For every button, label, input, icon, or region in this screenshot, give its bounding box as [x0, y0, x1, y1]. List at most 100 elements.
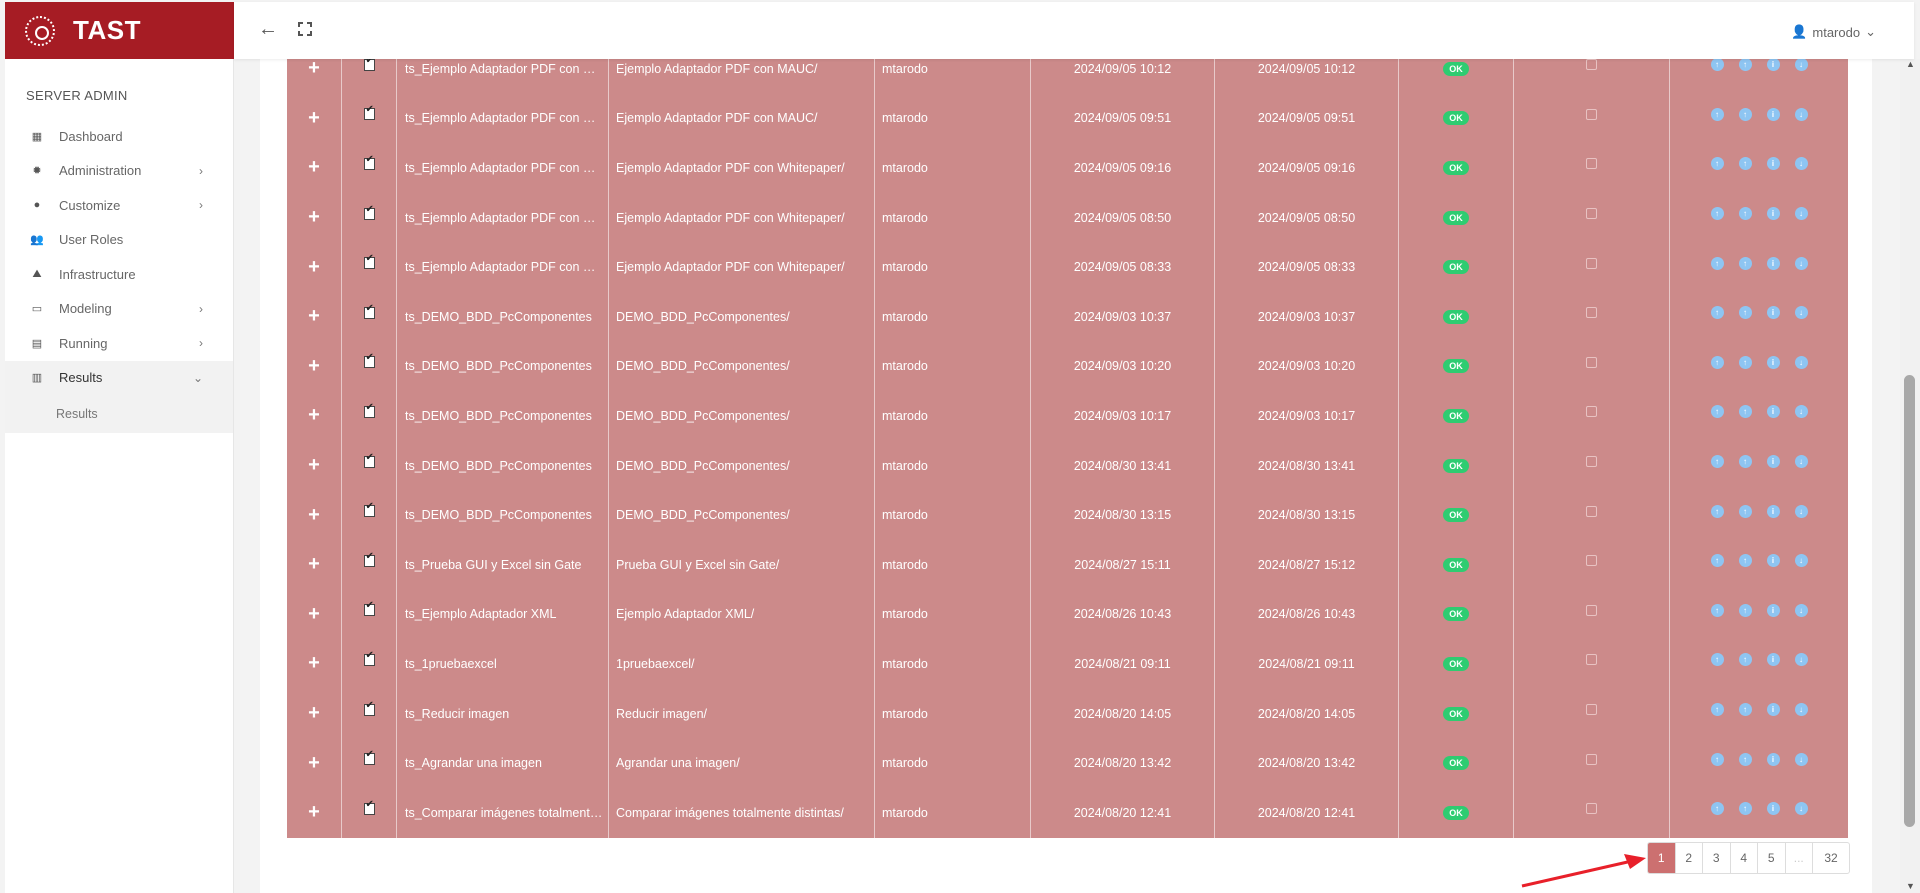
table-row[interactable]: + ts_Ejemplo Adaptador XML Ejemplo Adapt… [287, 589, 1848, 640]
download-icon[interactable]: ↓ [1794, 157, 1808, 171]
brand-header[interactable]: TAST [5, 2, 234, 59]
upload-icon[interactable]: ↑ [1738, 355, 1752, 369]
checked-checkbox-icon[interactable] [363, 452, 375, 468]
info-icon[interactable]: i [1766, 504, 1780, 518]
row-checkbox[interactable] [1586, 406, 1597, 418]
row-checkbox[interactable] [1586, 456, 1597, 468]
upload-icon[interactable]: ↑ [1710, 207, 1724, 221]
upload-icon[interactable]: ↑ [1738, 802, 1752, 816]
info-icon[interactable]: i [1766, 355, 1780, 369]
info-icon[interactable]: i [1766, 256, 1780, 270]
download-icon[interactable]: ↓ [1794, 455, 1808, 469]
user-menu[interactable]: 👤 mtarodo ⌄ [1791, 24, 1876, 40]
upload-icon[interactable]: ↑ [1710, 603, 1724, 617]
checked-checkbox-icon[interactable] [363, 352, 375, 369]
table-row[interactable]: + ts_Ejemplo Adaptador PDF con Whitepape… [287, 143, 1848, 193]
upload-icon[interactable]: ↑ [1738, 752, 1752, 766]
sidebar-item-customize[interactable]: ● Customize › [5, 188, 233, 223]
info-icon[interactable]: i [1766, 107, 1780, 121]
upload-icon[interactable]: ↑ [1738, 504, 1752, 518]
row-checkbox[interactable] [1586, 555, 1597, 567]
expand-row-button[interactable]: + [287, 292, 342, 342]
upload-icon[interactable]: ↑ [1710, 455, 1724, 469]
row-checkbox[interactable] [1586, 257, 1597, 269]
row-checkbox[interactable] [1586, 753, 1597, 765]
info-icon[interactable]: i [1766, 554, 1780, 568]
table-row[interactable]: + ts_1pruebaexcel 1pruebaexcel/ mtarodo … [287, 639, 1848, 689]
upload-icon[interactable]: ↑ [1710, 58, 1724, 72]
download-icon[interactable]: ↓ [1794, 405, 1808, 419]
checked-checkbox-icon[interactable] [363, 204, 375, 220]
page-button-32[interactable]: 32 [1813, 843, 1849, 873]
upload-icon[interactable]: ↑ [1738, 207, 1752, 221]
row-checkbox[interactable] [1586, 704, 1597, 716]
table-row[interactable]: + ts_DEMO_BDD_PcComponentes DEMO_BDD_PcC… [287, 490, 1848, 540]
table-row[interactable]: + ts_Reducir imagen Reducir imagen/ mtar… [287, 688, 1848, 739]
download-icon[interactable]: ↓ [1794, 504, 1808, 518]
expand-row-button[interactable]: + [287, 242, 342, 292]
expand-row-button[interactable]: + [287, 639, 342, 689]
info-icon[interactable]: i [1766, 802, 1780, 816]
expand-row-button[interactable]: + [287, 788, 342, 838]
download-icon[interactable]: ↓ [1794, 752, 1808, 766]
info-icon[interactable]: i [1766, 207, 1780, 221]
expand-row-button[interactable]: + [287, 540, 342, 590]
row-checkbox[interactable] [1586, 654, 1597, 666]
upload-icon[interactable]: ↑ [1710, 256, 1724, 270]
expand-row-button[interactable]: + [287, 391, 342, 441]
table-row[interactable]: + ts_DEMO_BDD_PcComponentes DEMO_BDD_PcC… [287, 440, 1848, 491]
expand-row-button[interactable]: + [287, 93, 342, 144]
upload-icon[interactable]: ↑ [1738, 653, 1752, 667]
upload-icon[interactable]: ↑ [1738, 603, 1752, 617]
info-icon[interactable]: i [1766, 703, 1780, 717]
download-icon[interactable]: ↓ [1794, 653, 1808, 667]
table-row[interactable]: + ts_Agrandar una imagen Agrandar una im… [287, 738, 1848, 788]
sidebar-item-running[interactable]: ▤ Running › [5, 326, 233, 361]
scroll-up-arrow-icon[interactable]: ▲ [1906, 59, 1915, 69]
checked-checkbox-icon[interactable] [363, 600, 375, 617]
upload-icon[interactable]: ↑ [1710, 752, 1724, 766]
expand-row-button[interactable]: + [287, 341, 342, 392]
info-icon[interactable]: i [1766, 405, 1780, 419]
upload-icon[interactable]: ↑ [1738, 107, 1752, 121]
info-icon[interactable]: i [1766, 157, 1780, 171]
download-icon[interactable]: ↓ [1794, 554, 1808, 568]
checked-checkbox-icon[interactable] [363, 55, 375, 71]
page-button-5[interactable]: 5 [1758, 843, 1786, 873]
upload-icon[interactable]: ↑ [1738, 554, 1752, 568]
upload-icon[interactable]: ↑ [1738, 405, 1752, 419]
upload-icon[interactable]: ↑ [1738, 157, 1752, 171]
info-icon[interactable]: i [1766, 58, 1780, 72]
upload-icon[interactable]: ↑ [1738, 58, 1752, 72]
upload-icon[interactable]: ↑ [1710, 802, 1724, 816]
checked-checkbox-icon[interactable] [363, 799, 375, 815]
upload-icon[interactable]: ↑ [1738, 455, 1752, 469]
checked-checkbox-icon[interactable] [363, 303, 375, 319]
upload-icon[interactable]: ↑ [1710, 355, 1724, 369]
row-checkbox[interactable] [1586, 108, 1597, 120]
upload-icon[interactable]: ↑ [1710, 653, 1724, 667]
info-icon[interactable]: i [1766, 603, 1780, 617]
checked-checkbox-icon[interactable] [363, 551, 375, 567]
download-icon[interactable]: ↓ [1794, 306, 1808, 320]
table-row[interactable]: + ts_Ejemplo Adaptador PDF con Whitepape… [287, 242, 1848, 292]
checked-checkbox-icon[interactable] [363, 501, 375, 518]
table-row[interactable]: + ts_Ejemplo Adaptador PDF con MAUC Ejem… [287, 93, 1848, 144]
row-checkbox[interactable] [1586, 59, 1597, 71]
row-checkbox[interactable] [1586, 356, 1597, 368]
fullscreen-icon[interactable] [298, 22, 312, 36]
download-icon[interactable]: ↓ [1794, 107, 1808, 121]
row-checkbox[interactable] [1586, 307, 1597, 319]
upload-icon[interactable]: ↑ [1710, 703, 1724, 717]
table-row[interactable]: + ts_Ejemplo Adaptador PDF con Whitepape… [287, 192, 1848, 243]
download-icon[interactable]: ↓ [1794, 355, 1808, 369]
page-button-4[interactable]: 4 [1731, 843, 1758, 873]
row-checkbox[interactable] [1586, 158, 1597, 170]
page-scrollbar[interactable]: ▲ ▼ [1900, 59, 1920, 893]
expand-row-button[interactable]: + [287, 589, 342, 640]
table-row[interactable]: + ts_Comparar imágenes totalmente distin… [287, 788, 1848, 838]
upload-icon[interactable]: ↑ [1710, 554, 1724, 568]
checked-checkbox-icon[interactable] [363, 104, 375, 121]
row-checkbox[interactable] [1586, 604, 1597, 616]
table-row[interactable]: + ts_DEMO_BDD_PcComponentes DEMO_BDD_PcC… [287, 292, 1848, 342]
